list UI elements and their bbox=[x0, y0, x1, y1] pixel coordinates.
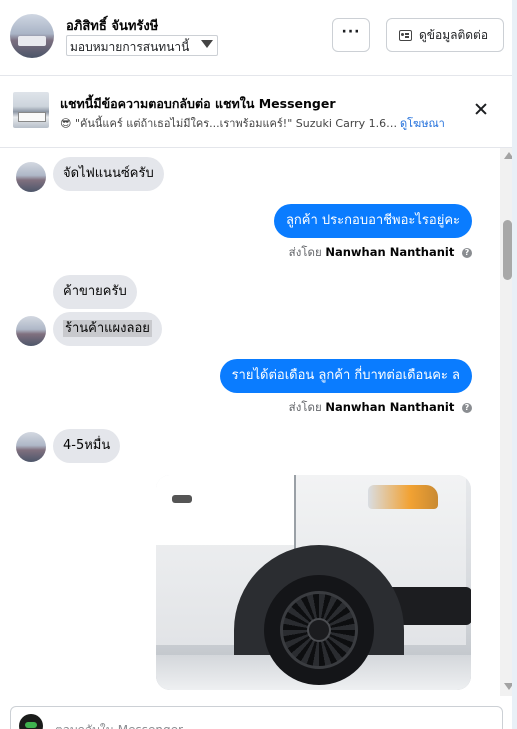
assign-conversation-select[interactable]: มอบหมายการสนทนานี้ bbox=[66, 35, 218, 56]
page-avatar bbox=[19, 714, 43, 729]
assign-select-value: มอบหมายการสนทนานี้ bbox=[70, 40, 190, 54]
more-options-button[interactable]: ··· bbox=[332, 18, 370, 52]
contact-card-icon bbox=[399, 30, 412, 41]
conversation-header: อภิสิทธิ์ จันทรังษี มอบหมายการสนทนานี้ ·… bbox=[0, 0, 517, 76]
ad-thumbnail[interactable] bbox=[13, 92, 49, 128]
incoming-message[interactable]: จัดไฟแนนซ์ครับ bbox=[53, 157, 164, 191]
sent-by-label: ส่งโดย Nanwhan Nanthanit ? bbox=[289, 244, 472, 262]
contact-avatar[interactable] bbox=[10, 14, 54, 58]
sent-by-prefix: ส่งโดย bbox=[288, 245, 322, 259]
info-icon[interactable]: ? bbox=[462, 247, 472, 258]
sent-by-prefix: ส่งโดย bbox=[288, 400, 322, 414]
chevron-down-icon bbox=[201, 40, 213, 48]
contact-message-avatar bbox=[16, 432, 46, 462]
wheel-hub bbox=[307, 618, 331, 642]
message-thread: จัดไฟแนนซ์ครับ ลูกค้า ประกอบอาชีพอะไรอยู… bbox=[0, 148, 500, 704]
incoming-message[interactable]: ค้าขายครับ bbox=[53, 275, 137, 309]
incoming-message[interactable]: ร้านค้าแผงลอย bbox=[53, 312, 162, 346]
ad-snippet: 😎 "คันนี้แคร์ แต่ถ้าเธอไม่มีใคร...เราพร้… bbox=[60, 114, 400, 132]
ad-banner-title: แชทนี้มีข้อความตอบกลับต่อ แชทใน Messenge… bbox=[60, 96, 336, 111]
view-contact-button[interactable]: ดูข้อมูลติดต่อ bbox=[386, 18, 504, 52]
contact-message-avatar bbox=[16, 162, 46, 192]
contact-name[interactable]: อภิสิทธิ์ จันทรังษี bbox=[66, 15, 158, 36]
contact-message-avatar bbox=[16, 316, 46, 346]
incoming-photo-car-wheel[interactable] bbox=[156, 475, 471, 690]
sender-name: Nanwhan Nanthanit bbox=[325, 245, 455, 259]
sunglasses-emoji-icon: 😎 bbox=[60, 117, 72, 130]
ad-snippet-text: "คันนี้แคร์ แต่ถ้าเธอไม่มีใคร...เราพร้อม… bbox=[74, 117, 400, 130]
reply-input-placeholder[interactable]: ตอบกลับใน Messenger... bbox=[55, 721, 193, 729]
reply-composer[interactable]: ตอบกลับใน Messenger... bbox=[10, 706, 503, 729]
car-headlight bbox=[368, 485, 438, 509]
outgoing-message[interactable]: ลูกค้า ประกอบอาชีพอะไรอยู่คะ bbox=[273, 204, 472, 238]
incoming-message[interactable]: 4-5หมื่น bbox=[53, 429, 121, 463]
view-contact-label: ดูข้อมูลติดต่อ bbox=[419, 28, 489, 42]
close-icon[interactable] bbox=[471, 100, 491, 120]
info-icon[interactable]: ? bbox=[462, 402, 472, 413]
outgoing-message[interactable]: รายได้ต่อเดือน ลูกค้า กี่บาทต่อเดือนคะ ล bbox=[219, 359, 472, 393]
highlighted-message-text: ร้านค้าแผงลอย bbox=[63, 320, 152, 337]
window-edge bbox=[512, 0, 517, 729]
ad-context-banner: แชทนี้มีข้อความตอบกลับต่อ แชทใน Messenge… bbox=[0, 76, 517, 148]
car-door-handle bbox=[172, 495, 192, 503]
sender-name: Nanwhan Nanthanit bbox=[325, 400, 455, 414]
car-window bbox=[156, 475, 296, 545]
view-ad-link[interactable]: ดูโฆษณา bbox=[400, 114, 445, 132]
scrollbar-thumb[interactable] bbox=[503, 220, 512, 280]
sent-by-label: ส่งโดย Nanwhan Nanthanit ? bbox=[289, 399, 472, 417]
